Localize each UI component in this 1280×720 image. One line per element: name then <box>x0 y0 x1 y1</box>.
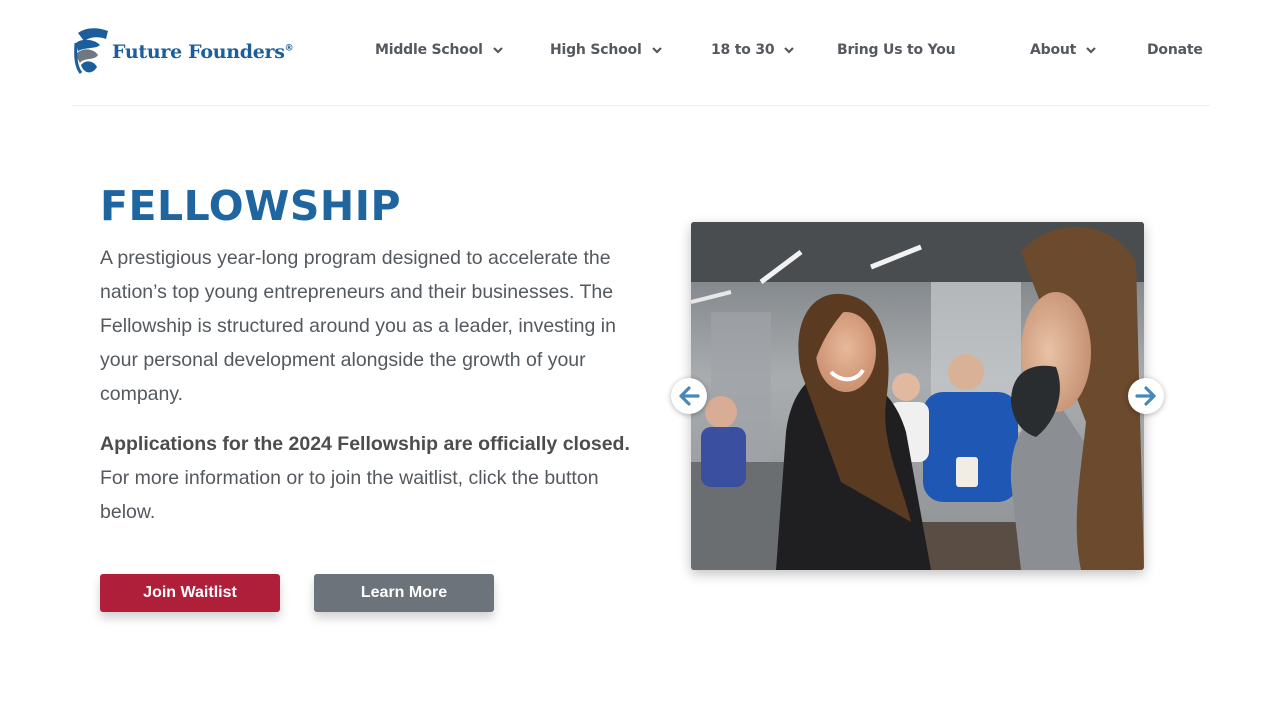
slider-next-button[interactable] <box>1128 378 1164 414</box>
status-bold-text: Applications for the 2024 Fellowship are… <box>100 433 630 455</box>
slider-prev-button[interactable] <box>671 378 707 414</box>
registered-mark: ® <box>284 43 294 54</box>
nav-middle-school-label: Middle School <box>375 42 483 58</box>
image-slider <box>691 222 1144 570</box>
nav-about[interactable]: About <box>1030 40 1096 60</box>
nav-donate-label: Donate <box>1147 42 1203 58</box>
logo-text: Future Founders® <box>112 41 294 63</box>
chevron-down-icon <box>1086 46 1096 54</box>
logo-icon <box>74 28 108 74</box>
arrow-left-icon <box>679 386 700 406</box>
chevron-down-icon <box>784 46 795 54</box>
chevron-down-icon <box>492 46 503 54</box>
nav-18-to-30[interactable]: 18 to 30 <box>711 40 795 60</box>
nav-high-school-label: High School <box>550 42 642 58</box>
header-divider <box>72 105 1210 106</box>
join-waitlist-button[interactable]: Join Waitlist <box>100 574 280 612</box>
nav-middle-school[interactable]: Middle School <box>375 40 503 60</box>
nav-bring-us-label: Bring Us to You <box>837 42 956 58</box>
nav-18-to-30-label: 18 to 30 <box>711 42 775 58</box>
logo-link[interactable]: Future Founders® <box>72 27 294 77</box>
status-paragraph: Applications for the 2024 Fellowship are… <box>100 427 640 529</box>
nav-donate[interactable]: Donate <box>1147 40 1203 60</box>
intro-paragraph: A prestigious year-long program designed… <box>100 247 616 405</box>
nav-about-label: About <box>1030 42 1077 58</box>
slide-photo <box>691 222 1144 570</box>
nav-bring-us-to-you[interactable]: Bring Us to You <box>837 40 956 60</box>
nav-high-school[interactable]: High School <box>550 40 662 60</box>
site-header: Future Founders® Middle School High Scho… <box>0 0 1280 106</box>
chevron-down-icon <box>651 46 662 54</box>
arrow-right-icon <box>1135 386 1156 406</box>
learn-more-button[interactable]: Learn More <box>314 574 494 612</box>
page-title: FELLOWSHIP <box>100 182 402 230</box>
status-rest-text: For more information or to join the wait… <box>100 467 599 523</box>
